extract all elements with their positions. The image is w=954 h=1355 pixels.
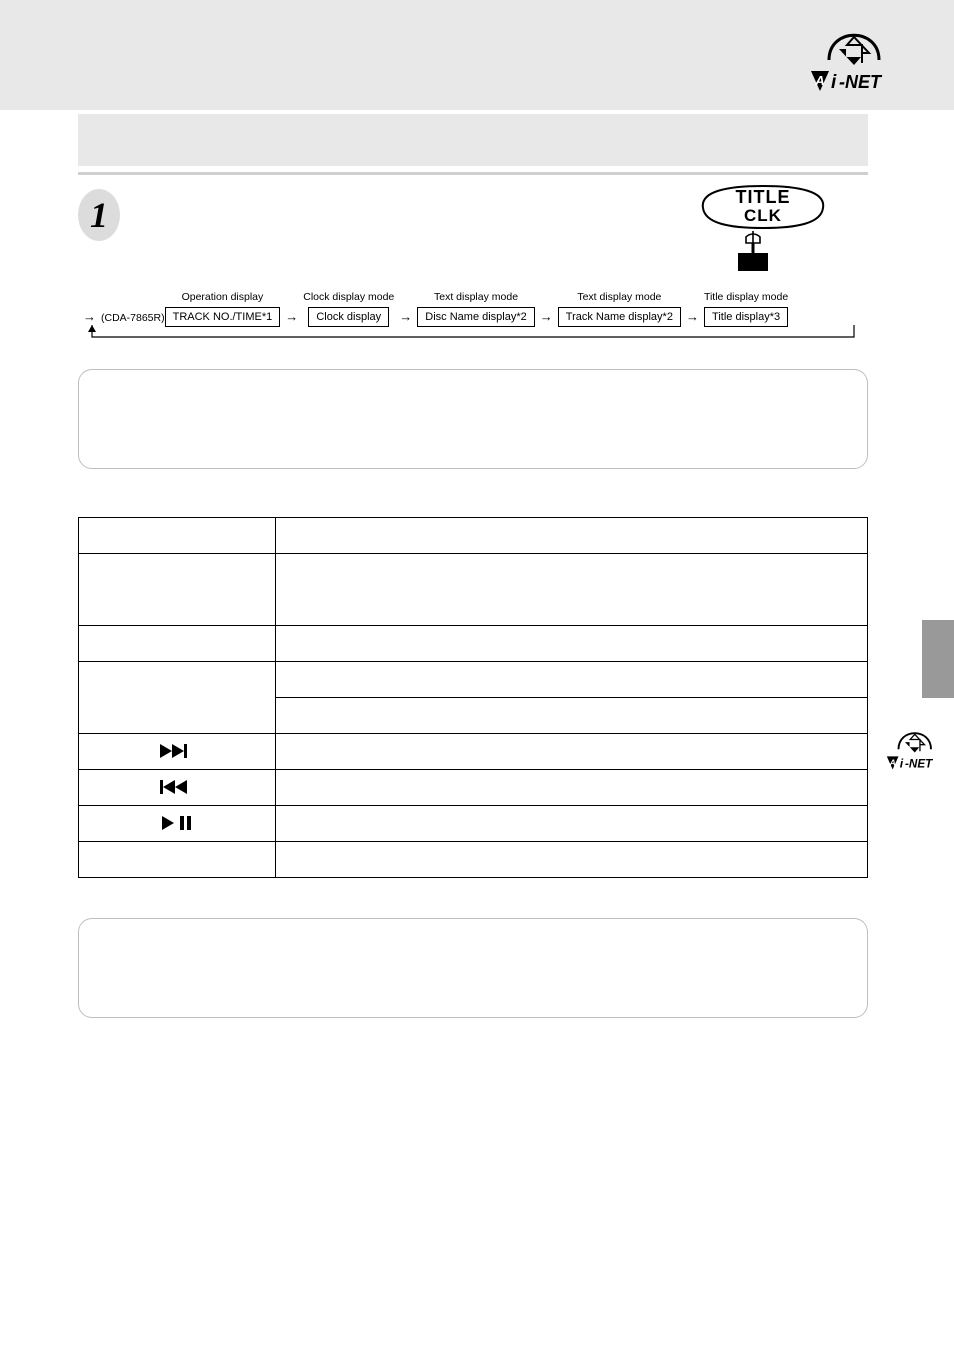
forward-skip-icon: [79, 734, 276, 770]
table-row: [79, 554, 868, 626]
svg-text:i: i: [900, 756, 904, 770]
table-cell: [79, 662, 276, 734]
svg-text:-NET: -NET: [839, 72, 883, 92]
table-row: [79, 518, 868, 554]
table-cell: [79, 554, 276, 626]
flow-label: Clock display mode: [303, 291, 394, 303]
table-row: [79, 734, 868, 770]
flow-box: Track Name display*2: [558, 307, 681, 327]
flow-box: TRACK NO./TIME*1: [165, 307, 281, 327]
flow-return-line: [78, 325, 868, 343]
title-clk-button-graphic: TITLE CLK: [698, 183, 828, 283]
table-cell: [79, 842, 276, 878]
flow-box: Clock display: [308, 307, 389, 327]
table-cell: [276, 770, 868, 806]
rewind-skip-icon: [79, 770, 276, 806]
table-cell: [276, 518, 868, 554]
side-tab: [922, 620, 954, 698]
table-cell: [276, 554, 868, 626]
notes-box-2: [78, 918, 868, 1018]
table-cell: [276, 842, 868, 878]
ai-net-logo-side: A i -NET: [886, 720, 945, 775]
table-cell: [79, 626, 276, 662]
flow-label: Title display mode: [704, 291, 788, 303]
table-cell: [276, 626, 868, 662]
svg-text:CLK: CLK: [744, 206, 782, 225]
table-cell: [276, 734, 868, 770]
play-pause-icon: [79, 806, 276, 842]
section-header-bar: [78, 114, 868, 166]
step-number-badge: 1: [78, 189, 120, 241]
ai-net-logo: A i -NET: [809, 15, 899, 100]
flow-label: Operation display: [182, 291, 264, 303]
svg-text:i: i: [831, 72, 837, 93]
svg-text:TITLE: TITLE: [736, 187, 791, 207]
table-row: [79, 806, 868, 842]
svg-text:-NET: -NET: [905, 757, 933, 770]
table-row: [79, 770, 868, 806]
notes-box-1: [78, 369, 868, 469]
table-cell: [276, 662, 868, 698]
flow-label: Text display mode: [577, 291, 661, 303]
reference-table: [78, 517, 868, 878]
table-cell: [79, 518, 276, 554]
table-row: [79, 626, 868, 662]
table-cell: [276, 806, 868, 842]
flow-box: Title display*3: [704, 307, 788, 327]
table-cell: [276, 698, 868, 734]
display-mode-flow: → (CDA-7865R) Operation display TRACK NO…: [78, 291, 868, 343]
table-row: [79, 842, 868, 878]
divider-rule: [78, 172, 868, 175]
flow-label: Text display mode: [434, 291, 518, 303]
svg-text:A: A: [814, 73, 824, 88]
flow-box: Disc Name display*2: [417, 307, 534, 327]
table-row: [79, 662, 868, 698]
svg-text:A: A: [889, 758, 896, 768]
